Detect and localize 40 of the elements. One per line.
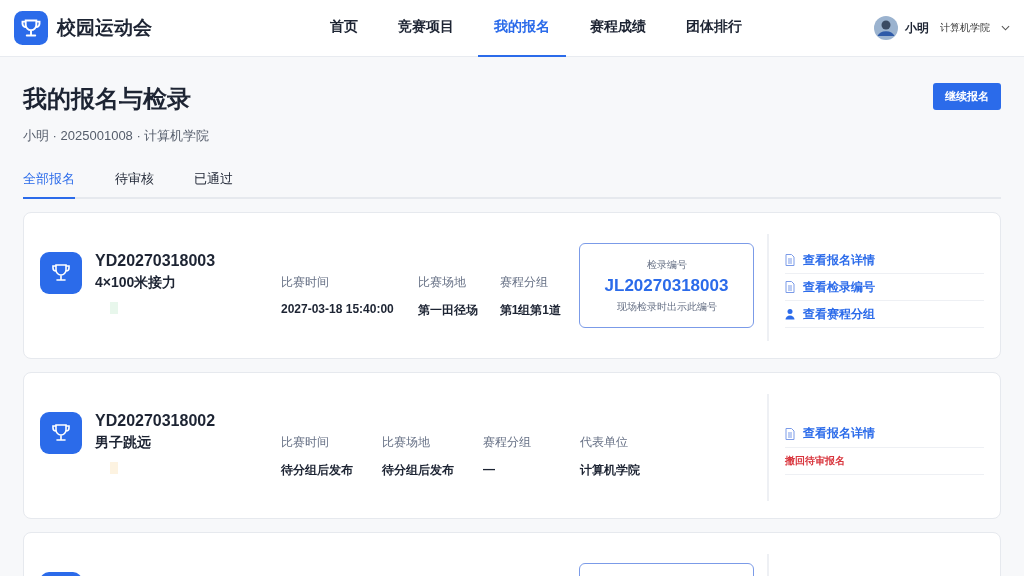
field-value: 计算机学院: [580, 462, 640, 479]
registration-number: YD20270318003: [95, 252, 216, 270]
user-college: 计算机学院: [940, 21, 990, 35]
field-value: 第1组第1道: [499, 302, 561, 319]
action-link[interactable]: 查看赛程分组: [803, 305, 875, 323]
action-link[interactable]: 查看检录编号: [803, 278, 875, 296]
field-label: 比赛时间: [281, 274, 330, 291]
app-title: 校园运动会: [57, 16, 152, 40]
nav-link[interactable]: 首页: [314, 0, 374, 57]
nav-link[interactable]: 我的报名: [478, 0, 566, 57]
nav-link[interactable]: 竞赛项目: [382, 0, 470, 57]
checkin-number: JL20270318003: [604, 275, 729, 296]
field-label: 比赛场地: [418, 274, 468, 291]
filter-tab[interactable]: 待审核: [115, 164, 154, 199]
field-label: 赛程分组: [499, 274, 549, 291]
event-name: 男子跳远: [95, 434, 152, 452]
field-label: 比赛时间: [281, 434, 330, 451]
event-name: 4×100米接力: [95, 274, 178, 292]
field-label: 比赛场地: [382, 434, 431, 451]
filter-tab[interactable]: 全部报名: [23, 164, 75, 199]
field-value: —: [483, 462, 496, 476]
checkin-hint: 现场检录时出示此编号: [616, 299, 717, 314]
continue-registration-button[interactable]: 继续报名: [933, 83, 1001, 110]
page-subtitle: 小明 · 2025001008 · 计算机学院: [23, 127, 210, 145]
field-label: 代表单位: [580, 434, 629, 451]
page-title: 我的报名与检录: [23, 84, 192, 114]
field-value: 待分组后发布: [382, 462, 455, 479]
nav-link[interactable]: 赛程成绩: [574, 0, 662, 57]
nav-link[interactable]: 团体排行: [670, 0, 758, 57]
action-link[interactable]: 查看报名详情: [803, 425, 875, 442]
field-value: 待分组后发布: [281, 462, 354, 479]
field-value: 第一田径场: [418, 302, 480, 319]
user-name: 小明: [905, 19, 929, 37]
withdraw-link[interactable]: 撤回待审报名: [785, 453, 845, 468]
registration-number: YD20270318002: [95, 412, 216, 430]
checkin-label: 检录编号: [646, 257, 687, 272]
filter-tab[interactable]: 已通过: [194, 164, 233, 199]
field-label: 赛程分组: [483, 434, 532, 451]
action-link[interactable]: 查看报名详情: [803, 251, 875, 269]
field-value: 2027-03-18 15:40:00: [281, 302, 395, 316]
